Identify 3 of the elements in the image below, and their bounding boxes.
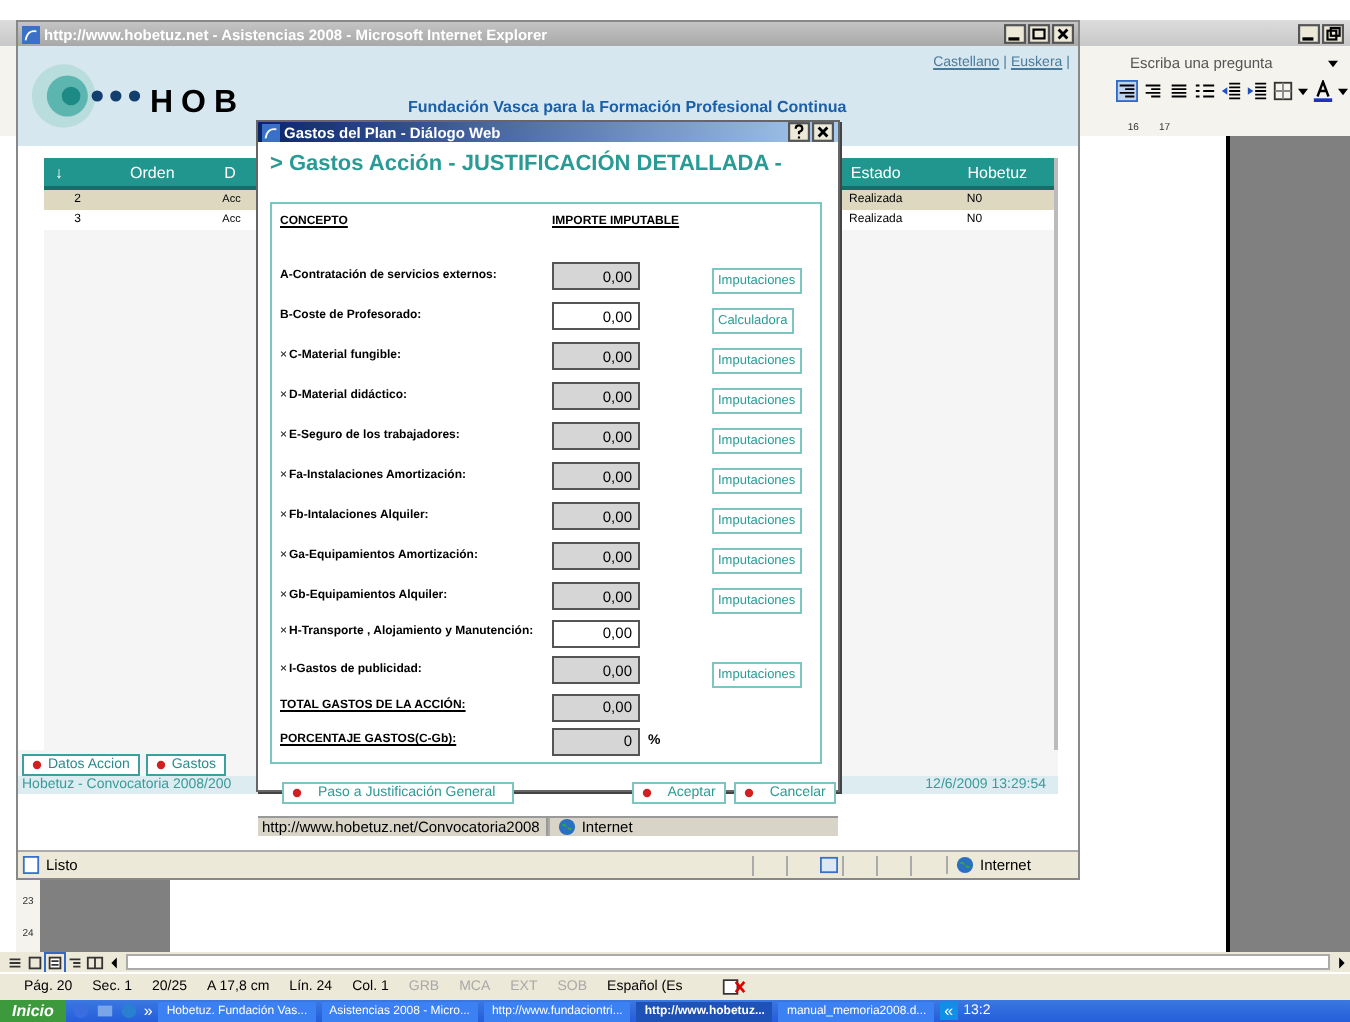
tagline: Fundación Vasca para la Formación Profesional Continua — [408, 98, 847, 116]
dialog-heading: > Gastos Acción - JUSTIFICACIÓN DETALLADA - — [270, 148, 784, 180]
logo-text: HOB — [150, 86, 246, 122]
